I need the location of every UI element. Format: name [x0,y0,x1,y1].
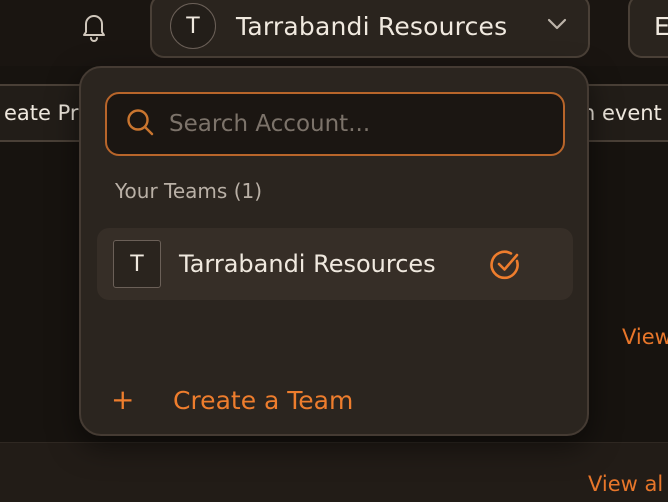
create-team-button[interactable]: + Create a Team [111,380,353,420]
view-all-link[interactable]: View al [588,472,663,496]
search-input[interactable] [169,111,549,137]
team-avatar-square: T [113,240,161,288]
team-name: Tarrabandi Resources [179,250,436,278]
teams-section-label: Your Teams (1) [115,179,263,203]
team-switcher-button[interactable]: T Tarrabandi Resources [150,0,590,58]
team-dropdown-menu: Your Teams (1) T Tarrabandi Resources + … [79,66,589,436]
team-list-item[interactable]: T Tarrabandi Resources [97,228,573,300]
event-button-label: n event [582,101,662,125]
team-avatar: T [170,3,216,49]
team-switcher-name: Tarrabandi Resources [236,11,508,41]
check-circle-icon [489,248,523,286]
account-initial: E [654,12,668,41]
bell-icon[interactable] [76,8,112,44]
search-field[interactable] [105,92,565,156]
chevron-down-icon [546,16,568,35]
create-team-label: Create a Team [173,385,354,415]
account-switcher-button[interactable]: E [628,0,668,58]
search-icon [125,107,155,141]
view-link[interactable]: View [622,325,668,349]
create-project-label: eate Pr [4,101,79,125]
bottom-card [0,442,668,502]
plus-icon: + [111,383,135,416]
